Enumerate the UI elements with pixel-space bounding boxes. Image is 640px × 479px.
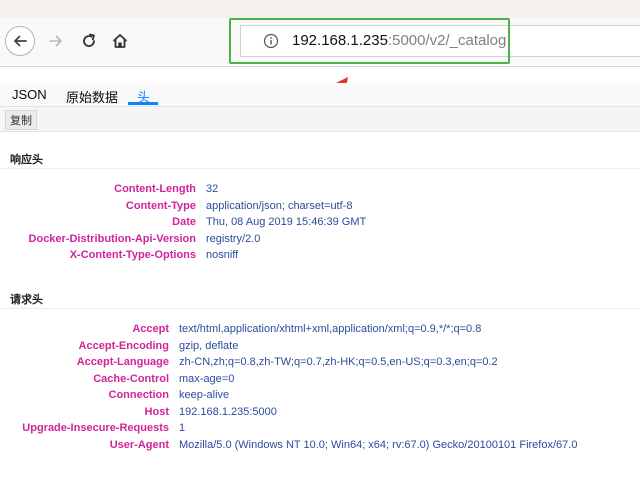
- header-value: Mozilla/5.0 (Windows NT 10.0; Win64; x64…: [179, 438, 578, 451]
- header-name: Upgrade-Insecure-Requests: [22, 422, 169, 434]
- header-row: Accept-Language zh-CN,zh;q=0.8,zh-TW;q=0.…: [0, 354, 640, 370]
- section-divider: [0, 168, 640, 169]
- header-name: User-Agent: [109, 438, 169, 451]
- header-row: Cache-Control max-age=0: [0, 371, 640, 387]
- tab-raw-data[interactable]: 原始数据: [66, 87, 118, 106]
- header-name: Content-Type: [125, 199, 196, 212]
- header-value: nosniff: [206, 249, 239, 261]
- header-name: Cache-Control: [93, 372, 169, 385]
- annotation-highlight-box: [229, 18, 510, 64]
- window-top-strip: [0, 0, 640, 18]
- header-row: User-Agent Mozilla/5.0 (Windows NT 10.0; …: [0, 437, 640, 453]
- arrow-right-icon: [49, 35, 62, 47]
- header-value: 1: [179, 422, 186, 434]
- header-value: gzip, deflate: [179, 339, 239, 352]
- header-value: max-age=0: [179, 372, 235, 385]
- home-button[interactable]: [108, 29, 132, 53]
- header-row: Content-Length 32: [0, 181, 640, 197]
- header-name: Docker-Distribution-Api-Version: [28, 232, 196, 245]
- header-value: keep-alive: [179, 389, 230, 401]
- header-row: X-Content-Type-Options nosniff: [0, 247, 640, 263]
- header-value: zh-CN,zh;q=0.8,zh-TW;q=0.7,zh-HK;q=0.5,e…: [179, 356, 498, 368]
- header-name: Connection: [108, 389, 170, 401]
- copy-button[interactable]: 复制: [5, 110, 37, 130]
- header-name: Accept-Language: [76, 356, 169, 368]
- tab-json[interactable]: JSON: [12, 87, 47, 102]
- back-button[interactable]: [5, 26, 35, 56]
- reload-icon: [83, 33, 95, 47]
- header-name: Host: [144, 405, 169, 418]
- header-row: Docker-Distribution-Api-Version registry/…: [0, 231, 640, 247]
- header-value: Thu, 08 Aug 2019 15:46:39 GMT: [206, 216, 367, 228]
- viewer-toolbar: 复制: [0, 107, 640, 132]
- header-name: Date: [172, 216, 196, 228]
- header-value: 32: [206, 183, 219, 195]
- reload-button[interactable]: [77, 29, 101, 53]
- header-row: Date Thu, 08 Aug 2019 15:46:39 GMT: [0, 214, 640, 230]
- header-row: Host 192.168.1.235:5000: [0, 404, 640, 420]
- header-name: Accept-Encoding: [78, 339, 169, 352]
- viewer-tabs: JSON 原始数据 头: [0, 83, 640, 107]
- forward-button[interactable]: [44, 29, 68, 53]
- header-row: Accept-Encoding gzip, deflate: [0, 338, 640, 354]
- header-name: Content-Length: [114, 183, 196, 195]
- header-row: Upgrade-Insecure-Requests 1: [0, 420, 640, 436]
- section-divider: [0, 308, 640, 309]
- active-tab-indicator: [128, 102, 158, 105]
- header-value: text/html,application/xhtml+xml,applicat…: [179, 323, 482, 335]
- header-name: Accept: [132, 323, 169, 335]
- header-value: application/json; charset=utf-8: [206, 199, 353, 212]
- header-name: X-Content-Type-Options: [69, 249, 196, 261]
- header-row: Connection keep-alive: [0, 387, 640, 403]
- home-icon: [112, 34, 128, 48]
- request-headers-title: 请求头: [10, 294, 43, 306]
- header-row: Content-Type application/json; charset=ut…: [0, 198, 640, 214]
- header-value: 192.168.1.235:5000: [179, 405, 277, 418]
- header-value: registry/2.0: [206, 232, 261, 245]
- response-headers-title: 响应头: [10, 154, 43, 166]
- arrow-left-icon: [14, 35, 27, 47]
- header-row: Accept text/html,application/xhtml+xml,ap…: [0, 321, 640, 337]
